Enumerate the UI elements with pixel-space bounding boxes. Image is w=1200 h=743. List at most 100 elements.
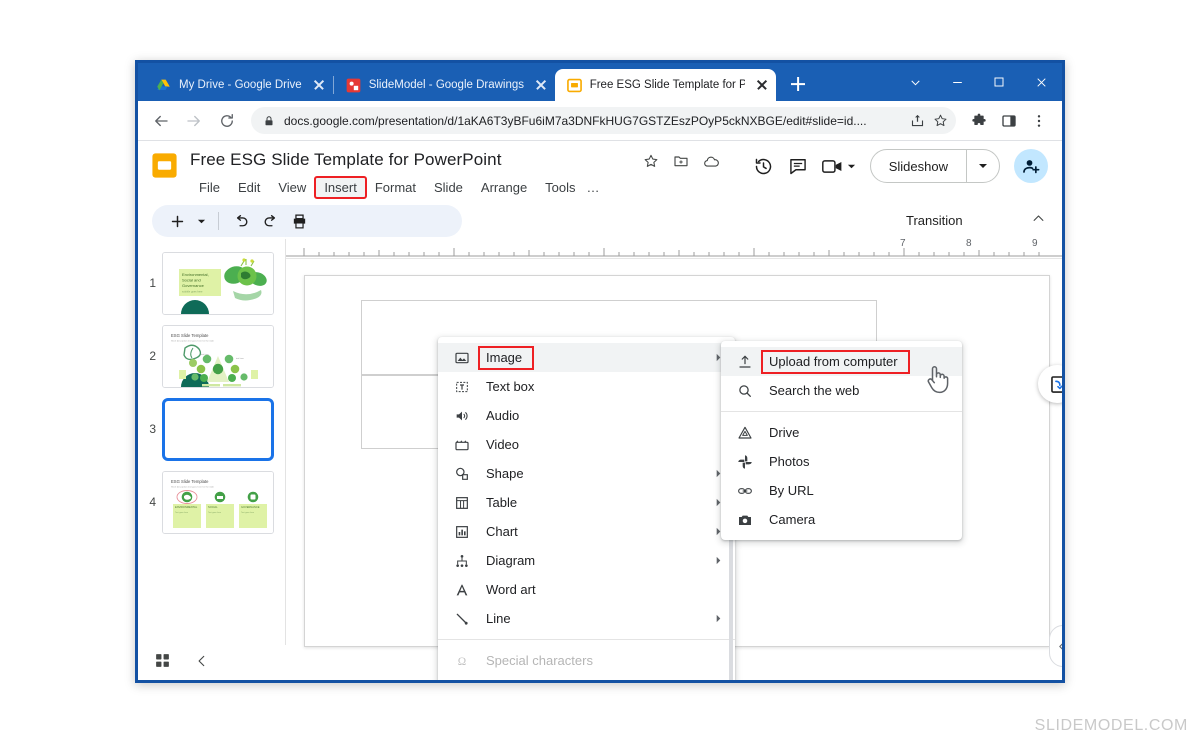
slide-thumbnail[interactable]: Environmental, Social and Governance sub…	[162, 252, 274, 315]
menu-file[interactable]: File	[190, 177, 229, 198]
toolbar-pill	[152, 205, 462, 237]
menu-item-chart[interactable]: Chart	[438, 517, 735, 546]
menu-item-table[interactable]: Table	[438, 488, 735, 517]
chevron-down-icon[interactable]	[967, 150, 999, 182]
browser-tab-my-drive[interactable]: My Drive - Google Drive	[144, 69, 333, 101]
menu-insert[interactable]: Insert	[314, 176, 367, 199]
browser-tab-esg-slides[interactable]: Free ESG Slide Template for Powe	[554, 69, 776, 101]
slide-thumbnail[interactable]: ESG Slide Template Short description tex…	[162, 471, 274, 534]
audio-icon	[452, 406, 472, 426]
minimize-icon[interactable]	[936, 63, 978, 101]
ruler-tick-label: 9	[1032, 238, 1038, 249]
print-button[interactable]	[286, 208, 312, 234]
extensions-puzzle-icon[interactable]	[966, 108, 992, 134]
slides-toolbar: Transition	[138, 203, 1062, 239]
horizontal-ruler: 7 8 9	[286, 238, 1062, 259]
browser-tab-slidemodel-drawings[interactable]: SlideModel - Google Drawings	[334, 69, 555, 101]
slide-number: 3	[149, 422, 156, 436]
google-slides-icon	[566, 78, 582, 93]
submenu-item-label: Drive	[769, 425, 800, 440]
undo-button[interactable]	[228, 208, 254, 234]
filmstrip-slide-3[interactable]: 3	[138, 393, 285, 466]
bookmark-star-icon[interactable]	[933, 113, 948, 128]
document-title-icons	[643, 153, 720, 175]
star-icon[interactable]	[643, 153, 659, 175]
redo-button[interactable]	[257, 208, 283, 234]
close-icon[interactable]	[533, 77, 549, 93]
menu-edit[interactable]: Edit	[229, 177, 269, 198]
new-tab-button[interactable]	[784, 70, 812, 98]
submenu-item-photos[interactable]: Photos	[721, 447, 962, 476]
chevron-left-icon	[1058, 642, 1062, 650]
menu-item-word-art[interactable]: Word art	[438, 575, 735, 604]
chevron-down-icon[interactable]	[193, 208, 209, 234]
close-icon[interactable]	[1020, 63, 1062, 101]
menu-arrange[interactable]: Arrange	[472, 177, 536, 198]
meet-camera-button[interactable]	[821, 158, 856, 175]
submenu-item-label: Search the web	[769, 383, 860, 398]
insert-menu[interactable]: Image Text box Audio Video Shape Table C…	[438, 337, 735, 680]
filmstrip-slide-2[interactable]: 2 ESG Slide Template Short description t…	[138, 320, 285, 393]
slide-number: 4	[149, 495, 156, 509]
close-icon[interactable]	[311, 77, 327, 93]
menu-more[interactable]: …	[585, 177, 602, 198]
menu-tools[interactable]: Tools	[536, 177, 584, 198]
share-button[interactable]	[1014, 149, 1048, 183]
chevron-down-icon[interactable]	[894, 63, 936, 101]
menu-item-audio[interactable]: Audio	[438, 401, 735, 430]
comment-icon[interactable]	[788, 156, 808, 176]
new-slide-button[interactable]	[164, 208, 190, 234]
chrome-menu-icon[interactable]	[1026, 108, 1052, 134]
menu-format[interactable]: Format	[366, 177, 425, 198]
submenu-item-camera[interactable]: Camera	[721, 505, 962, 534]
menu-item-shape[interactable]: Shape	[438, 459, 735, 488]
menu-slide[interactable]: Slide	[425, 177, 472, 198]
menu-item-diagram[interactable]: Diagram	[438, 546, 735, 575]
transition-label[interactable]: Transition	[906, 213, 963, 228]
slideshow-button[interactable]: Slideshow	[869, 149, 1000, 183]
move-to-folder-icon[interactable]	[673, 153, 689, 175]
slide-number: 1	[149, 276, 156, 290]
menu-view[interactable]: View	[269, 177, 315, 198]
slide-number: 2	[149, 349, 156, 363]
submenu-item-label: Upload from computer	[761, 349, 910, 374]
svg-text:subtitle goes here: subtitle goes here	[182, 290, 203, 294]
address-bar[interactable]: docs.google.com/presentation/d/1aKA6T3yB…	[251, 107, 956, 134]
svg-text:Governance: Governance	[182, 283, 205, 288]
menu-item-line[interactable]: Line	[438, 604, 735, 633]
close-icon[interactable]	[754, 77, 770, 93]
filmstrip-slide-1[interactable]: 1 Environmental, Social and Governance s…	[138, 247, 285, 320]
svg-text:Environmental,: Environmental,	[182, 272, 209, 277]
document-title[interactable]: Free ESG Slide Template for PowerPoint	[190, 150, 502, 170]
maximize-icon[interactable]	[978, 63, 1020, 101]
menu-item-label: Diagram	[486, 553, 536, 568]
reload-icon[interactable]	[212, 106, 242, 136]
image-icon	[452, 348, 472, 368]
menu-item-text-box[interactable]: Text box	[438, 372, 735, 401]
slide-thumbnail[interactable]: ESG Slide Template Short description tex…	[162, 325, 274, 388]
slide-thumbnail-selected[interactable]	[162, 398, 274, 461]
menu-item-label: Video	[486, 437, 520, 452]
filmstrip-slide-4[interactable]: 4 ESG Slide Template Short description t…	[138, 466, 285, 539]
version-history-icon[interactable]	[753, 156, 774, 177]
back-arrow-icon[interactable]	[146, 106, 176, 136]
chevron-left-icon[interactable]	[195, 654, 209, 673]
shape-icon	[452, 464, 472, 484]
chevron-up-icon[interactable]	[1031, 211, 1046, 231]
menu-item-image[interactable]: Image	[438, 343, 735, 372]
svg-text:Short description text goes he: Short description text goes here for the…	[171, 486, 215, 489]
grid-view-icon[interactable]	[154, 652, 171, 674]
cloud-saved-icon[interactable]	[703, 153, 720, 175]
collapse-side-panel-button[interactable]	[1049, 625, 1062, 667]
menu-divider	[721, 411, 962, 412]
menu-item-label: Line	[486, 611, 511, 626]
screenshot-root: My Drive - Google Drive SlideModel - Goo…	[0, 0, 1200, 743]
share-icon[interactable]	[910, 113, 925, 128]
menu-item-video[interactable]: Video	[438, 430, 735, 459]
menu-item-label: Word art	[486, 582, 536, 597]
slide-1-artwork: Environmental, Social and Governance sub…	[163, 253, 273, 314]
submenu-item-drive[interactable]: Drive	[721, 418, 962, 447]
drive-icon	[735, 423, 755, 443]
submenu-item-by-url[interactable]: By URL	[721, 476, 962, 505]
side-panel-icon[interactable]	[996, 108, 1022, 134]
